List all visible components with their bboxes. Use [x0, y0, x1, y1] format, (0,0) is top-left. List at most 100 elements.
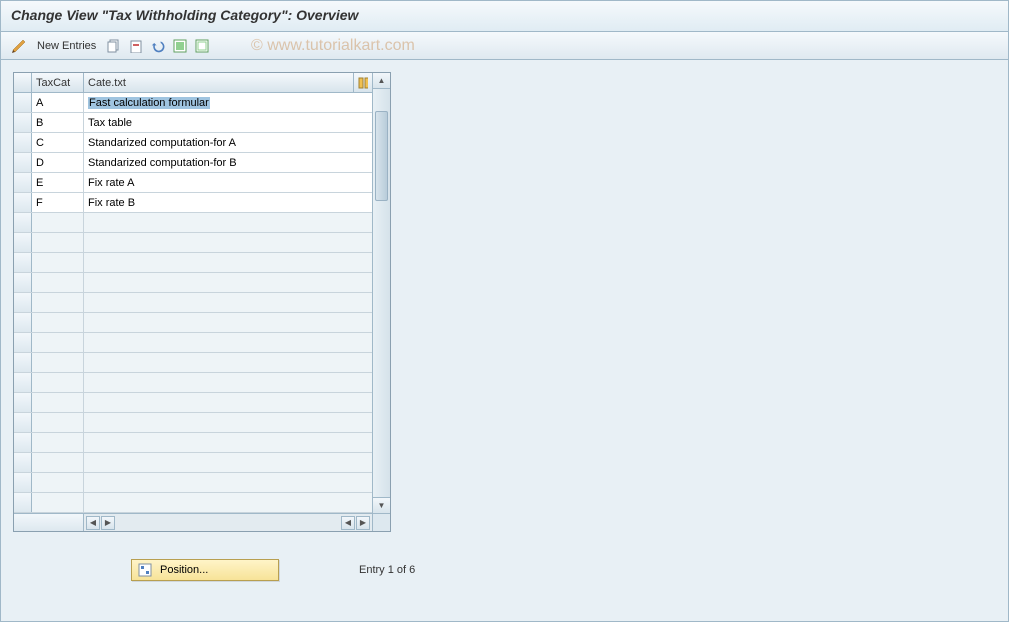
cell-taxcat[interactable]	[32, 353, 84, 372]
cell-taxcat[interactable]: A	[32, 93, 84, 112]
scroll-track[interactable]	[373, 89, 390, 497]
new-entries-button[interactable]: New Entries	[31, 36, 102, 56]
row-selector[interactable]	[14, 153, 32, 172]
table-row[interactable]	[14, 213, 372, 233]
cell-taxcat[interactable]	[32, 313, 84, 332]
deselect-all-icon[interactable]	[192, 36, 212, 56]
cell-catetxt[interactable]	[84, 353, 372, 372]
cell-taxcat[interactable]	[32, 493, 84, 512]
cell-catetxt[interactable]	[84, 453, 372, 472]
position-button[interactable]: Position...	[131, 559, 279, 581]
table-row[interactable]: CStandarized computation-for A	[14, 133, 372, 153]
cell-taxcat[interactable]: C	[32, 133, 84, 152]
cell-catetxt[interactable]	[84, 373, 372, 392]
table-row[interactable]: EFix rate A	[14, 173, 372, 193]
cell-taxcat[interactable]	[32, 373, 84, 392]
table-row[interactable]	[14, 413, 372, 433]
table-row[interactable]: AFast calculation formular	[14, 93, 372, 113]
table-row[interactable]	[14, 253, 372, 273]
cell-taxcat[interactable]: D	[32, 153, 84, 172]
row-selector[interactable]	[14, 353, 32, 372]
table-row[interactable]: BTax table	[14, 113, 372, 133]
cell-catetxt[interactable]: Fix rate A	[84, 173, 372, 192]
row-selector[interactable]	[14, 393, 32, 412]
cell-catetxt[interactable]	[84, 473, 372, 492]
row-selector[interactable]	[14, 193, 32, 212]
cell-taxcat[interactable]	[32, 393, 84, 412]
delete-icon[interactable]	[126, 36, 146, 56]
cell-catetxt[interactable]: Tax table	[84, 113, 372, 132]
cell-catetxt[interactable]	[84, 313, 372, 332]
table-row[interactable]	[14, 273, 372, 293]
column-header-catetxt[interactable]: Cate.txt	[84, 73, 354, 92]
cell-catetxt[interactable]	[84, 493, 372, 512]
row-selector[interactable]	[14, 413, 32, 432]
scroll-thumb[interactable]	[375, 111, 388, 201]
toggle-icon[interactable]	[9, 36, 29, 56]
cell-catetxt[interactable]	[84, 253, 372, 272]
hscroll-left2-icon[interactable]: ◀	[341, 516, 355, 530]
row-selector[interactable]	[14, 473, 32, 492]
row-selector[interactable]	[14, 253, 32, 272]
row-selector[interactable]	[14, 93, 32, 112]
table-row[interactable]	[14, 393, 372, 413]
scroll-down-icon[interactable]: ▼	[373, 497, 390, 513]
cell-catetxt[interactable]	[84, 413, 372, 432]
cell-taxcat[interactable]	[32, 253, 84, 272]
cell-taxcat[interactable]	[32, 233, 84, 252]
row-selector[interactable]	[14, 373, 32, 392]
cell-taxcat[interactable]	[32, 433, 84, 452]
cell-taxcat[interactable]	[32, 273, 84, 292]
row-selector[interactable]	[14, 293, 32, 312]
hscroll-right-icon[interactable]: ▶	[101, 516, 115, 530]
hscroll-left-icon[interactable]: ◀	[86, 516, 100, 530]
cell-taxcat[interactable]	[32, 333, 84, 352]
cell-taxcat[interactable]	[32, 293, 84, 312]
row-selector[interactable]	[14, 333, 32, 352]
vertical-scrollbar[interactable]: ▲ ▼	[372, 73, 390, 513]
cell-catetxt[interactable]	[84, 293, 372, 312]
row-selector[interactable]	[14, 213, 32, 232]
table-row[interactable]	[14, 293, 372, 313]
cell-catetxt[interactable]	[84, 433, 372, 452]
row-selector[interactable]	[14, 273, 32, 292]
header-selector[interactable]	[14, 73, 32, 92]
cell-catetxt[interactable]: Fix rate B	[84, 193, 372, 212]
cell-taxcat[interactable]	[32, 213, 84, 232]
cell-catetxt[interactable]	[84, 213, 372, 232]
column-header-taxcat[interactable]: TaxCat	[32, 73, 84, 92]
row-selector[interactable]	[14, 173, 32, 192]
table-row[interactable]	[14, 313, 372, 333]
table-row[interactable]	[14, 493, 372, 513]
cell-catetxt[interactable]	[84, 333, 372, 352]
cell-catetxt[interactable]: Standarized computation-for B	[84, 153, 372, 172]
row-selector[interactable]	[14, 133, 32, 152]
row-selector[interactable]	[14, 453, 32, 472]
table-row[interactable]	[14, 433, 372, 453]
table-row[interactable]: DStandarized computation-for B	[14, 153, 372, 173]
cell-taxcat[interactable]: B	[32, 113, 84, 132]
table-row[interactable]	[14, 373, 372, 393]
table-row[interactable]: FFix rate B	[14, 193, 372, 213]
copy-icon[interactable]	[104, 36, 124, 56]
row-selector[interactable]	[14, 113, 32, 132]
cell-catetxt[interactable]	[84, 393, 372, 412]
row-selector[interactable]	[14, 433, 32, 452]
table-row[interactable]	[14, 233, 372, 253]
cell-catetxt[interactable]	[84, 233, 372, 252]
row-selector[interactable]	[14, 313, 32, 332]
undo-icon[interactable]	[148, 36, 168, 56]
table-row[interactable]	[14, 353, 372, 373]
cell-catetxt[interactable]: Standarized computation-for A	[84, 133, 372, 152]
cell-catetxt[interactable]	[84, 273, 372, 292]
table-config-icon[interactable]	[354, 73, 372, 92]
row-selector[interactable]	[14, 233, 32, 252]
cell-taxcat[interactable]: F	[32, 193, 84, 212]
table-row[interactable]	[14, 453, 372, 473]
scroll-up-icon[interactable]: ▲	[373, 73, 390, 89]
table-row[interactable]	[14, 333, 372, 353]
select-all-icon[interactable]	[170, 36, 190, 56]
cell-taxcat[interactable]	[32, 413, 84, 432]
cell-taxcat[interactable]	[32, 453, 84, 472]
row-selector[interactable]	[14, 493, 32, 512]
